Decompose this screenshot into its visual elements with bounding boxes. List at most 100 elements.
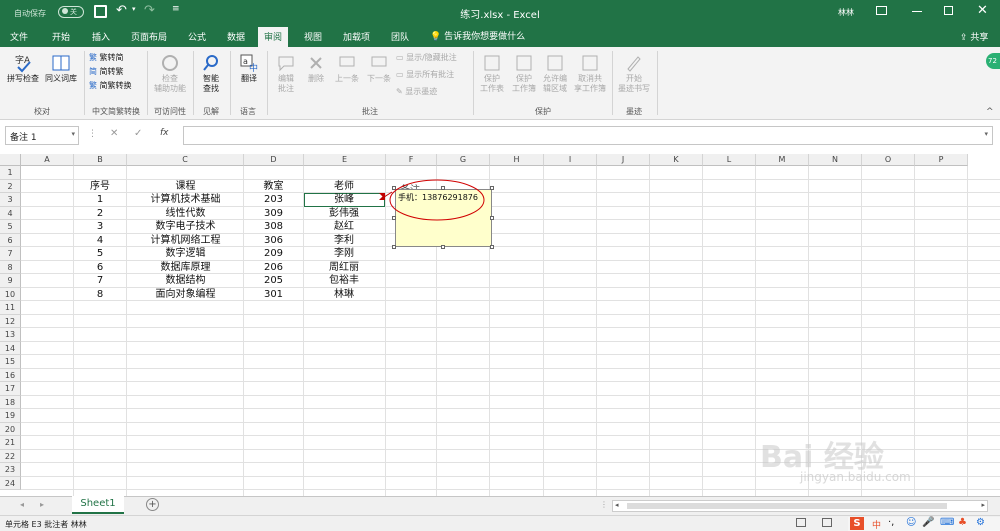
simplified-to-traditional-button[interactable]: 简 简转繁: [89, 67, 124, 77]
worksheet-grid[interactable]: ABCDEFGHIJKLMNOP 1 2 3 4 5 6 7 8 9 10 11 12 13 14 15 16…: [0, 154, 1000, 496]
expand-formula-icon[interactable]: ▾: [984, 130, 988, 138]
select-all-corner[interactable]: [0, 154, 21, 166]
cell-seq[interactable]: 8: [73, 288, 127, 301]
tab-insert[interactable]: 插入: [92, 28, 110, 45]
traditional-to-simplified-button[interactable]: 繁 繁转简: [89, 53, 124, 63]
header-room[interactable]: 教室: [244, 180, 303, 193]
sogou-icon[interactable]: S: [850, 517, 864, 530]
row-header[interactable]: 22: [0, 449, 21, 463]
row-header[interactable]: 19: [0, 409, 21, 423]
previous-comment-button[interactable]: 上一条: [332, 53, 362, 84]
unshare-workbook-button[interactable]: 取消共 享工作簿: [571, 53, 609, 94]
resize-handle[interactable]: [490, 245, 494, 249]
cell-seq[interactable]: 3: [73, 220, 127, 233]
cell-seq[interactable]: 7: [73, 274, 127, 287]
row-header[interactable]: 12: [0, 314, 21, 328]
header-course[interactable]: 课程: [127, 180, 244, 193]
row-header[interactable]: 3: [0, 193, 21, 207]
cell-room[interactable]: 301: [244, 288, 303, 301]
enter-icon[interactable]: ✓: [134, 128, 142, 139]
check-accessibility-button[interactable]: 检查 辅助功能: [150, 53, 190, 94]
name-box[interactable]: 备注 1 ▾: [5, 126, 79, 145]
thesaurus-button[interactable]: 同义词库: [42, 53, 80, 84]
row-header[interactable]: 7: [0, 247, 21, 261]
cell-course[interactable]: 数据结构: [127, 274, 244, 287]
cell-teacher[interactable]: 张峰: [303, 193, 385, 206]
ime-toolbar[interactable]: S 中 ·, ☺ 🎤 ⌨ ♣ ⚙: [848, 517, 1000, 531]
minimize-icon[interactable]: [912, 11, 922, 12]
scroll-right-icon[interactable]: ▸: [40, 500, 44, 509]
row-header[interactable]: 5: [0, 220, 21, 234]
header-seq[interactable]: 序号: [73, 180, 127, 193]
add-sheet-icon[interactable]: +: [146, 498, 159, 511]
tab-view[interactable]: 视图: [304, 28, 322, 45]
column-header[interactable]: D: [244, 154, 304, 166]
translate-button[interactable]: a中 翻译: [234, 53, 264, 84]
cell-course[interactable]: 计算机网络工程: [127, 234, 244, 247]
tell-me-box[interactable]: 💡 告诉我你想要做什么: [430, 29, 525, 42]
row-header[interactable]: 23: [0, 463, 21, 477]
protect-sheet-button[interactable]: 保护 工作表: [477, 53, 507, 94]
show-all-comments-button[interactable]: ▭ 显示所有批注: [396, 70, 454, 80]
row-header[interactable]: 13: [0, 328, 21, 342]
insert-function-button[interactable]: fx: [160, 128, 169, 138]
row-header[interactable]: 8: [0, 260, 21, 274]
row-header[interactable]: 16: [0, 368, 21, 382]
chinese-mode-icon[interactable]: 中: [872, 518, 881, 531]
scroll-right-icon[interactable]: ▸: [981, 501, 985, 509]
column-header[interactable]: F: [386, 154, 437, 166]
cell-teacher[interactable]: 赵红: [303, 220, 385, 233]
sheet-tab-sheet1[interactable]: Sheet1: [72, 496, 124, 514]
header-teacher[interactable]: 老师: [303, 180, 385, 193]
cell-seq[interactable]: 5: [73, 247, 127, 260]
row-header[interactable]: 20: [0, 422, 21, 436]
cell-seq[interactable]: 2: [73, 207, 127, 220]
column-header[interactable]: O: [862, 154, 915, 166]
floating-badge[interactable]: 72: [986, 53, 1000, 69]
cell-room[interactable]: 309: [244, 207, 303, 220]
row-header[interactable]: 21: [0, 436, 21, 450]
cell-seq[interactable]: 4: [73, 234, 127, 247]
column-header[interactable]: M: [756, 154, 809, 166]
scroll-left-icon[interactable]: ◂: [615, 501, 619, 509]
column-header[interactable]: J: [597, 154, 650, 166]
next-comment-button[interactable]: 下一条: [364, 53, 394, 84]
row-header[interactable]: 17: [0, 382, 21, 396]
column-header[interactable]: C: [127, 154, 244, 166]
cell-room[interactable]: 205: [244, 274, 303, 287]
resize-handle[interactable]: [490, 216, 494, 220]
restore-icon[interactable]: [944, 6, 953, 15]
cell-course[interactable]: 数据库原理: [127, 261, 244, 274]
cell-room[interactable]: 209: [244, 247, 303, 260]
cell-course[interactable]: 数字逻辑: [127, 247, 244, 260]
column-header[interactable]: I: [544, 154, 597, 166]
skin-icon[interactable]: ♣: [958, 517, 967, 528]
allow-edit-ranges-button[interactable]: 允许编 辑区域: [540, 53, 570, 94]
horizontal-scrollbar[interactable]: ◂ ▸: [612, 500, 988, 512]
cell-room[interactable]: 306: [244, 234, 303, 247]
cell-teacher[interactable]: 林琳: [303, 288, 385, 301]
tab-team[interactable]: 团队: [391, 28, 409, 45]
cell-course[interactable]: 线性代数: [127, 207, 244, 220]
tab-addins[interactable]: 加载项: [343, 28, 370, 45]
cell-course[interactable]: 数字电子技术: [127, 220, 244, 233]
row-header[interactable]: 15: [0, 355, 21, 369]
scrollbar-thumb[interactable]: [627, 503, 947, 509]
split-handle-icon[interactable]: ⋮: [600, 500, 608, 509]
smart-lookup-button[interactable]: 智能 查找: [195, 53, 227, 94]
row-header[interactable]: 6: [0, 233, 21, 247]
normal-view-icon[interactable]: [796, 518, 806, 527]
row-header[interactable]: 1: [0, 166, 21, 180]
page-layout-view-icon[interactable]: [822, 518, 832, 527]
share-button[interactable]: ⇪ 共享: [960, 30, 988, 43]
row-header[interactable]: 10: [0, 287, 21, 301]
row-header[interactable]: 14: [0, 341, 21, 355]
cell-teacher[interactable]: 李刚: [303, 247, 385, 260]
cell-teacher[interactable]: 周红丽: [303, 261, 385, 274]
resize-handle[interactable]: [441, 245, 445, 249]
tab-review[interactable]: 审阅: [258, 27, 289, 47]
row-header[interactable]: 9: [0, 274, 21, 288]
cell-room[interactable]: 308: [244, 220, 303, 233]
row-header[interactable]: 24: [0, 476, 21, 490]
ribbon-display-icon[interactable]: [876, 6, 887, 15]
